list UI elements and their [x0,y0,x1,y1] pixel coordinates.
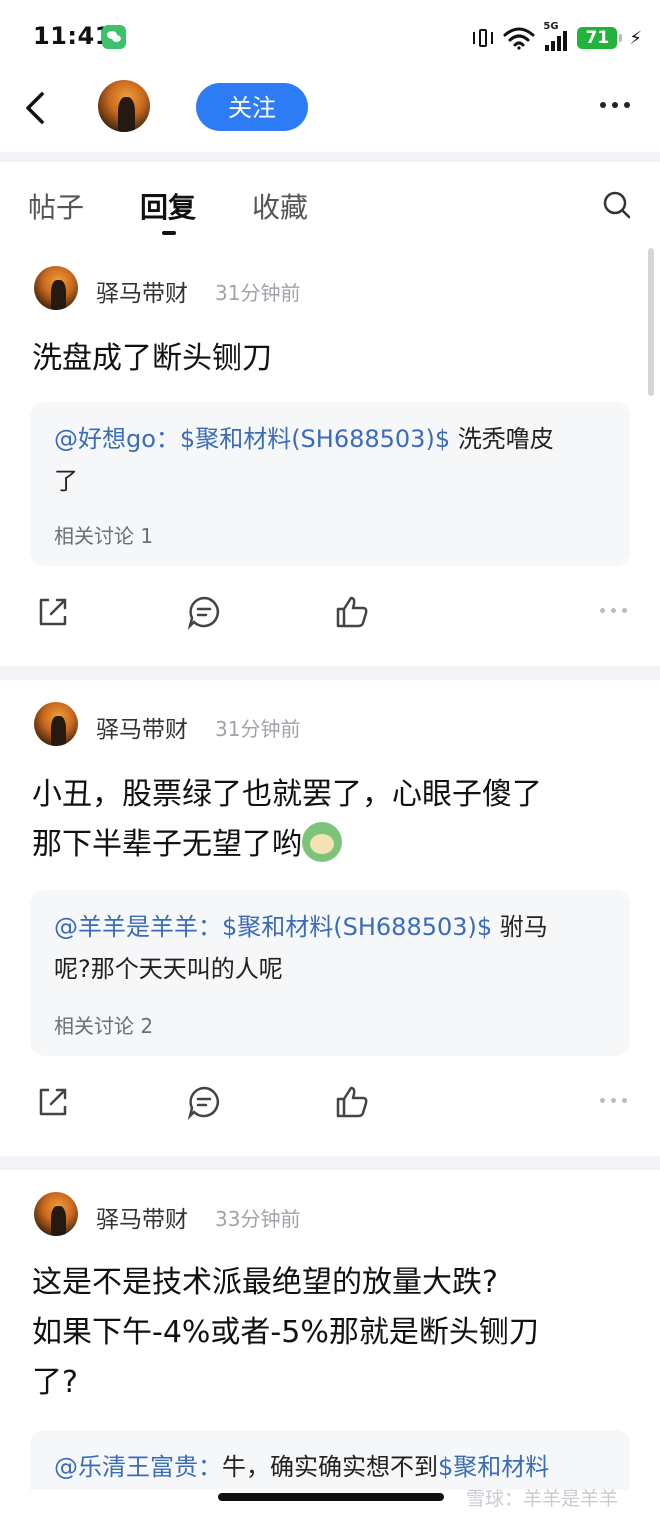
like-icon[interactable] [334,1084,370,1120]
tab-favorites[interactable]: 收藏 [252,186,308,226]
post-more-icon[interactable] [600,608,627,613]
quoted-text-part: 洗秃噜皮 [450,425,554,453]
tab-bar: 帖子 回复 收藏 [0,164,660,244]
vibrate-icon [473,27,494,49]
quoted-user-link[interactable]: @好想go： [54,425,180,453]
quoted-text: @乐清王富贵：牛，确实确实想不到$聚和材料 [54,1446,614,1488]
post-content[interactable]: 小丑，股票绿了也就罢了，心眼子傻了 那下半辈子无望了哟 [32,770,632,870]
reply-post: 驿马带财 33分钟前 这是不是技术派最绝望的放量大跌? 如果下午-4%或者-5%… [0,1170,660,1490]
quoted-post[interactable]: @乐清王富贵：牛，确实确实想不到$聚和材料 [30,1430,630,1490]
post-more-icon[interactable] [600,1098,627,1103]
post-content[interactable]: 这是不是技术派最绝望的放量大跌? 如果下午-4%或者-5%那就是断头铡刀 了? [32,1258,632,1408]
active-tab-indicator [162,231,176,235]
quoted-text-part: 呢?那个天天叫的人呢 [54,955,283,983]
profile-header: 关注 [0,76,660,152]
author-name[interactable]: 驿马带财 [96,1200,188,1234]
status-icons: 5G 71 ⚡ [473,21,642,52]
status-time: 11:41 [33,22,112,50]
charging-icon: ⚡ [629,27,642,49]
comment-icon[interactable] [186,1084,222,1120]
battery-icon: 71 [577,27,623,49]
post-time: 31分钟前 [215,281,301,305]
tab-replies[interactable]: 回复 [140,186,196,226]
quoted-user-link[interactable]: @羊羊是羊羊： [54,913,222,941]
emoji-icon [302,822,342,862]
post-content-line: 那下半辈子无望了哟 [32,827,302,862]
author-avatar[interactable] [34,1192,78,1236]
post-divider [0,666,660,680]
post-content-line: 了? [32,1365,78,1400]
comment-icon[interactable] [186,594,222,630]
status-bar: 11:41 5G 71 ⚡ [0,0,660,76]
quoted-user-link[interactable]: @乐清王富贵： [54,1453,222,1481]
related-discussions[interactable]: 相关讨论 1 [54,520,153,549]
quoted-text-part: 牛，确实确实想不到 [222,1453,438,1481]
cellular-signal-icon: 5G [543,21,568,51]
stock-link[interactable]: $聚和材料(SH688503)$ [222,913,492,941]
author-name[interactable]: 驿马带财 [96,274,188,308]
post-actions [0,1084,660,1124]
quoted-post[interactable]: @好想go：$聚和材料(SH688503)$ 洗秃噜皮了 相关讨论 1 [30,402,630,566]
post-content-line: 小丑，股票绿了也就罢了，心眼子傻了 [32,777,542,812]
reply-post: 驿马带财 31分钟前 洗盘成了断头铡刀 @好想go：$聚和材料(SH688503… [0,248,660,666]
home-indicator[interactable] [218,1493,444,1501]
post-content-line: 这是不是技术派最绝望的放量大跌? [32,1265,498,1300]
share-icon[interactable] [35,1084,71,1120]
quoted-text: @好想go：$聚和材料(SH688503)$ 洗秃噜皮了 [54,418,614,502]
post-time: 31分钟前 [215,717,301,741]
wifi-icon [503,27,535,50]
network-type: 5G [543,21,559,32]
author-avatar[interactable] [34,702,78,746]
tab-posts[interactable]: 帖子 [28,186,84,226]
post-time: 33分钟前 [215,1207,301,1231]
wechat-notification-icon [102,25,126,49]
like-icon[interactable] [334,594,370,630]
related-discussions[interactable]: 相关讨论 2 [54,1010,153,1039]
search-icon[interactable] [602,190,632,220]
quoted-text: @羊羊是羊羊：$聚和材料(SH688503)$ 驸马呢?那个天天叫的人呢 [54,906,614,990]
post-actions [0,594,660,634]
back-arrow-icon[interactable] [22,90,50,126]
stock-link[interactable]: $聚和材料 [438,1453,549,1481]
post-content[interactable]: 洗盘成了断头铡刀 [32,334,632,384]
quoted-text-part: 驸马 [492,913,548,941]
reply-post: 驿马带财 31分钟前 小丑，股票绿了也就罢了，心眼子傻了 那下半辈子无望了哟 @… [0,680,660,1156]
share-icon[interactable] [35,594,71,630]
more-options-icon[interactable] [600,102,630,108]
stock-link[interactable]: $聚和材料(SH688503)$ [180,425,450,453]
author-avatar[interactable] [34,266,78,310]
profile-avatar[interactable] [98,80,150,132]
section-divider [0,152,660,162]
post-content-line: 如果下午-4%或者-5%那就是断头铡刀 [32,1315,539,1350]
author-name[interactable]: 驿马带财 [96,710,188,744]
post-divider [0,1156,660,1170]
follow-button[interactable]: 关注 [196,83,308,131]
watermark: 雪球：羊羊是羊羊 [466,1488,619,1510]
quoted-text-part: 了 [54,467,78,495]
quoted-post[interactable]: @羊羊是羊羊：$聚和材料(SH688503)$ 驸马呢?那个天天叫的人呢 相关讨… [30,890,630,1056]
